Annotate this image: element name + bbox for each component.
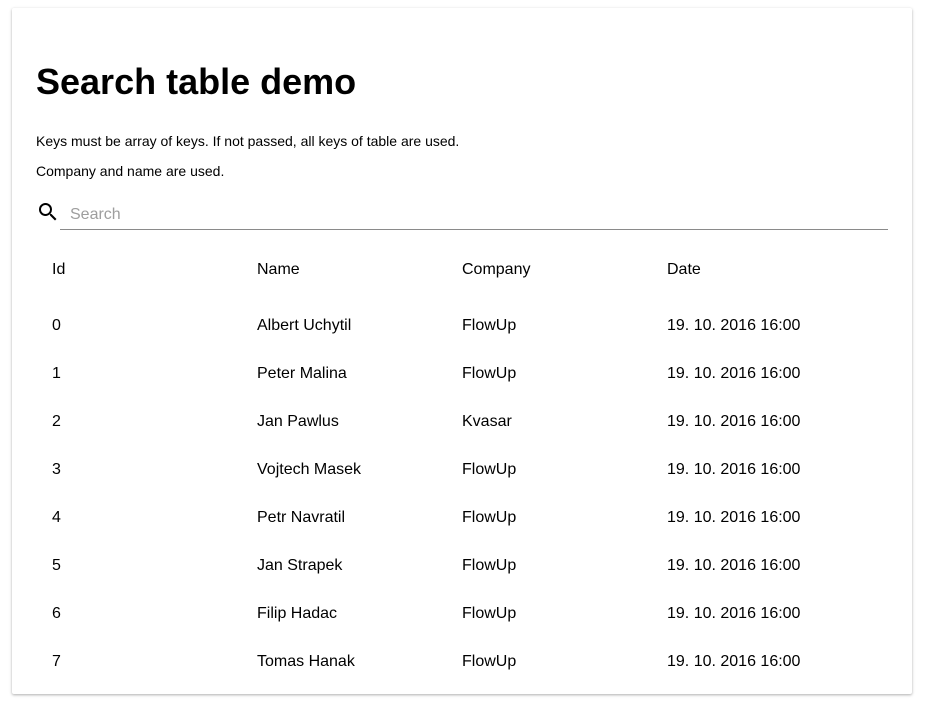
search-table-card: Search table demo Keys must be array of …: [12, 8, 912, 694]
cell-date: 19. 10. 2016 16:00: [667, 365, 801, 382]
cell-id: 0: [52, 317, 61, 334]
cell-name: Albert Uchytil: [257, 317, 352, 334]
table-row[interactable]: 3 Vojtech Masek FlowUp 19. 10. 2016 16:0…: [36, 446, 856, 494]
table-row[interactable]: 7 Tomas Hanak FlowUp 19. 10. 2016 16:00: [36, 638, 856, 686]
cell-date: 19. 10. 2016 16:00: [667, 605, 801, 622]
search-field: [36, 200, 888, 232]
cell-date: 19. 10. 2016 16:00: [667, 653, 801, 670]
cell-name: Peter Malina: [257, 365, 347, 382]
cell-name: Filip Hadac: [257, 605, 338, 622]
cell-id: 3: [52, 461, 61, 478]
column-header-date[interactable]: Date: [651, 238, 856, 302]
cell-id: 4: [52, 509, 61, 526]
search-input[interactable]: [60, 200, 888, 230]
cell-date: 19. 10. 2016 16:00: [667, 413, 801, 430]
cell-company: Kvasar: [462, 413, 512, 430]
cell-name: Vojtech Masek: [257, 461, 362, 478]
cell-company: FlowUp: [462, 509, 517, 526]
table-row[interactable]: 1 Peter Malina FlowUp 19. 10. 2016 16:00: [36, 350, 856, 398]
column-header-company[interactable]: Company: [446, 238, 651, 302]
cell-name: Jan Strapek: [257, 557, 343, 574]
cell-company: FlowUp: [462, 557, 517, 574]
cell-name: Petr Navratil: [257, 509, 346, 526]
column-header-name[interactable]: Name: [241, 238, 446, 302]
table-row[interactable]: 6 Filip Hadac FlowUp 19. 10. 2016 16:00: [36, 590, 856, 638]
cell-name: Jan Pawlus: [257, 413, 339, 430]
cell-id: 1: [52, 365, 61, 382]
data-table: Id Name Company Date 0 Albert Uchytil Fl…: [36, 238, 856, 686]
table-row[interactable]: 0 Albert Uchytil FlowUp 19. 10. 2016 16:…: [36, 302, 856, 350]
page-title: Search table demo: [36, 61, 357, 102]
cell-company: FlowUp: [462, 653, 517, 670]
table-header-row: Id Name Company Date: [36, 238, 856, 302]
cell-id: 6: [52, 605, 61, 622]
cell-date: 19. 10. 2016 16:00: [667, 461, 801, 478]
cell-company: FlowUp: [462, 317, 517, 334]
cell-id: 7: [52, 653, 61, 670]
cell-date: 19. 10. 2016 16:00: [667, 509, 801, 526]
cell-date: 19. 10. 2016 16:00: [667, 557, 801, 574]
cell-id: 5: [52, 557, 61, 574]
cell-company: FlowUp: [462, 605, 517, 622]
search-icon: [39, 203, 57, 221]
cell-company: FlowUp: [462, 365, 517, 382]
cell-date: 19. 10. 2016 16:00: [667, 317, 801, 334]
cell-company: FlowUp: [462, 461, 517, 478]
table-row[interactable]: 5 Jan Strapek FlowUp 19. 10. 2016 16:00: [36, 542, 856, 590]
description-keys: Keys must be array of keys. If not passe…: [36, 133, 460, 149]
table-row[interactable]: 2 Jan Pawlus Kvasar 19. 10. 2016 16:00: [36, 398, 856, 446]
description-used-keys: Company and name are used.: [36, 163, 225, 179]
column-header-id[interactable]: Id: [36, 238, 241, 302]
cell-name: Tomas Hanak: [257, 653, 355, 670]
table-row[interactable]: 4 Petr Navratil FlowUp 19. 10. 2016 16:0…: [36, 494, 856, 542]
cell-id: 2: [52, 413, 61, 430]
